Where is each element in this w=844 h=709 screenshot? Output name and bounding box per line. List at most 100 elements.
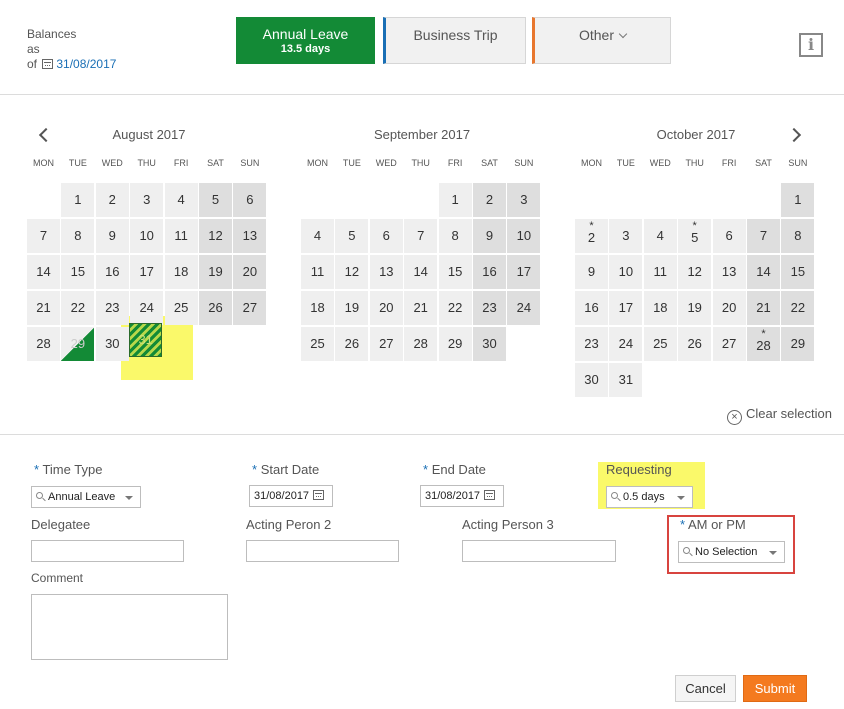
calendar-icon[interactable] <box>313 490 324 500</box>
calendar-day[interactable]: 14 <box>404 255 438 289</box>
calendar-day[interactable]: 25 <box>643 327 677 361</box>
end-date-field[interactable]: 31/08/2017 <box>420 485 504 507</box>
calendar-day[interactable]: 29 <box>438 327 472 361</box>
calendar-day[interactable]: 29 <box>61 327 95 361</box>
calendar-day[interactable]: 1 <box>61 183 95 217</box>
calendar-day[interactable]: 6 <box>233 183 267 217</box>
calendar-day[interactable]: * 5 <box>678 219 712 253</box>
calendar-day[interactable]: 2 <box>473 183 506 217</box>
calendar-day[interactable]: 9 <box>95 219 129 253</box>
calendar-day[interactable]: 7 <box>747 219 780 253</box>
calendar-day[interactable]: 20 <box>712 291 746 325</box>
calendar-day[interactable]: 9 <box>575 255 608 289</box>
requesting-select[interactable]: 0.5 days <box>606 486 693 508</box>
calendar-day[interactable]: 15 <box>61 255 95 289</box>
calendar-day[interactable]: 23 <box>473 291 506 325</box>
calendar-day[interactable]: 11 <box>643 255 677 289</box>
delegatee-input[interactable] <box>31 540 184 562</box>
balance-date-link[interactable]: 31/08/2017 <box>56 57 116 71</box>
calendar-day[interactable]: 28 <box>27 327 60 361</box>
clear-selection-button[interactable]: × Clear selection <box>727 406 832 425</box>
calendar-day[interactable]: 16 <box>575 291 608 325</box>
calendar-day[interactable]: 17 <box>507 255 541 289</box>
calendar-day[interactable]: 3 <box>507 183 541 217</box>
calendar-day[interactable]: 30 <box>473 327 506 361</box>
calendar-day[interactable]: 16 <box>95 255 129 289</box>
calendar-day[interactable]: 19 <box>678 291 712 325</box>
calendar-day[interactable]: 7 <box>27 219 60 253</box>
calendar-day[interactable]: 22 <box>781 291 815 325</box>
calendar-day[interactable]: 31 <box>609 363 643 397</box>
calendar-day[interactable]: 24 <box>609 327 643 361</box>
tab-business-trip[interactable]: Business Trip <box>383 17 526 64</box>
calendar-day[interactable]: 23 <box>575 327 608 361</box>
calendar-day[interactable]: 2 <box>95 183 129 217</box>
calendar-day[interactable]: 14 <box>747 255 780 289</box>
calendar-day[interactable]: 13 <box>712 255 746 289</box>
submit-button[interactable]: Submit <box>743 675 807 702</box>
calendar-day[interactable]: 24 <box>507 291 541 325</box>
tab-other[interactable]: Other <box>532 17 671 64</box>
calendar-day[interactable]: 4 <box>164 183 198 217</box>
calendar-day[interactable]: 29 <box>781 327 815 361</box>
calendar-day[interactable]: 23 <box>95 291 129 325</box>
calendar-day[interactable]: 12 <box>199 219 232 253</box>
calendar-day[interactable]: 31 <box>129 323 163 357</box>
calendar-day[interactable]: 10 <box>130 219 164 253</box>
calendar-day[interactable]: 18 <box>164 255 198 289</box>
calendar-day[interactable]: 10 <box>507 219 541 253</box>
calendar-icon[interactable] <box>484 490 495 500</box>
tab-annual-leave[interactable]: Annual Leave 13.5 days <box>236 17 375 64</box>
calendar-day[interactable]: 25 <box>301 327 334 361</box>
acting-person-3-input[interactable] <box>462 540 616 562</box>
calendar-day[interactable]: 19 <box>199 255 232 289</box>
calendar-icon[interactable] <box>42 59 54 69</box>
calendar-day[interactable]: 13 <box>233 219 267 253</box>
calendar-day[interactable]: 14 <box>27 255 60 289</box>
calendar-day[interactable]: 6 <box>712 219 746 253</box>
ampm-select[interactable]: No Selection <box>678 541 785 563</box>
calendar-day[interactable]: 26 <box>199 291 232 325</box>
calendar-day[interactable]: 20 <box>369 291 403 325</box>
calendar-day[interactable]: 28 <box>404 327 438 361</box>
calendar-day[interactable]: 30 <box>575 363 608 397</box>
calendar-day[interactable]: 3 <box>609 219 643 253</box>
calendar-day[interactable]: 12 <box>335 255 369 289</box>
calendar-day[interactable]: 1 <box>781 183 815 217</box>
calendar-day[interactable]: 17 <box>130 255 164 289</box>
calendar-day[interactable]: 26 <box>678 327 712 361</box>
calendar-day[interactable]: 4 <box>301 219 334 253</box>
calendar-day[interactable]: 21 <box>747 291 780 325</box>
calendar-day[interactable]: 13 <box>369 255 403 289</box>
calendar-day[interactable]: 17 <box>609 291 643 325</box>
calendar-day[interactable]: 15 <box>781 255 815 289</box>
calendar-day[interactable]: 21 <box>404 291 438 325</box>
calendar-day[interactable]: 6 <box>369 219 403 253</box>
calendar-day[interactable]: 27 <box>233 291 267 325</box>
calendar-day[interactable]: 5 <box>199 183 232 217</box>
cancel-button[interactable]: Cancel <box>675 675 736 702</box>
calendar-day[interactable]: 10 <box>609 255 643 289</box>
calendar-day[interactable]: 22 <box>438 291 472 325</box>
calendar-day[interactable]: 20 <box>233 255 267 289</box>
calendar-day[interactable]: 19 <box>335 291 369 325</box>
calendar-day[interactable]: 7 <box>404 219 438 253</box>
calendar-day[interactable]: 15 <box>438 255 472 289</box>
calendar-day[interactable]: 5 <box>335 219 369 253</box>
calendar-day[interactable]: 25 <box>164 291 198 325</box>
calendar-day[interactable]: 27 <box>712 327 746 361</box>
calendar-day[interactable]: 3 <box>130 183 164 217</box>
calendar-day[interactable]: 27 <box>369 327 403 361</box>
comment-textarea[interactable] <box>31 594 228 660</box>
calendar-day[interactable]: 21 <box>27 291 60 325</box>
calendar-day[interactable]: 26 <box>335 327 369 361</box>
calendar-day[interactable]: 16 <box>473 255 506 289</box>
calendar-day[interactable]: 12 <box>678 255 712 289</box>
calendar-day[interactable]: 1 <box>438 183 472 217</box>
calendar-day[interactable]: 11 <box>164 219 198 253</box>
calendar-day[interactable]: 8 <box>61 219 95 253</box>
calendar-day[interactable]: 24 <box>130 291 164 325</box>
calendar-day[interactable]: 18 <box>301 291 334 325</box>
calendar-day[interactable]: * 28 <box>747 327 780 361</box>
calendar-day[interactable]: 18 <box>643 291 677 325</box>
